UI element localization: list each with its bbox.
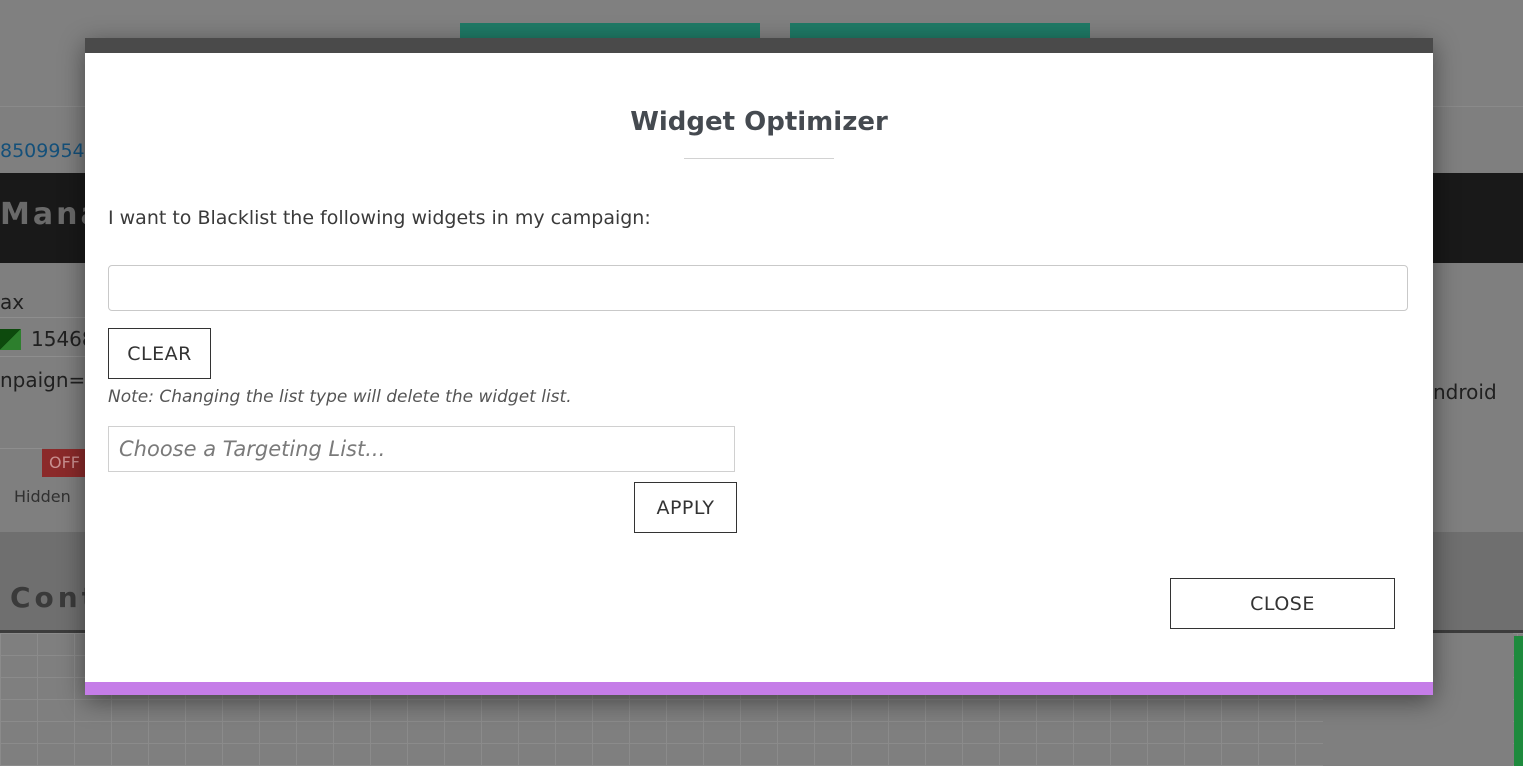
close-button[interactable]: CLOSE <box>1170 578 1395 629</box>
intro-text: I want to Blacklist the following widget… <box>108 207 651 229</box>
list-type-note: Note: Changing the list type will delete… <box>108 387 572 407</box>
modal-top-bar <box>85 38 1433 53</box>
apply-button[interactable]: APPLY <box>634 482 737 533</box>
title-divider <box>684 158 834 159</box>
clear-button[interactable]: CLEAR <box>108 328 211 379</box>
modal-bottom-bar <box>85 682 1433 695</box>
widget-list-input[interactable] <box>108 265 1408 311</box>
widget-optimizer-modal: Widget Optimizer I want to Blacklist the… <box>85 38 1433 695</box>
page: 8509954 Manag ax 15468 npaign=15 ndroid … <box>0 0 1523 766</box>
targeting-list-select[interactable] <box>108 426 735 472</box>
modal-title: Widget Optimizer <box>630 107 888 137</box>
